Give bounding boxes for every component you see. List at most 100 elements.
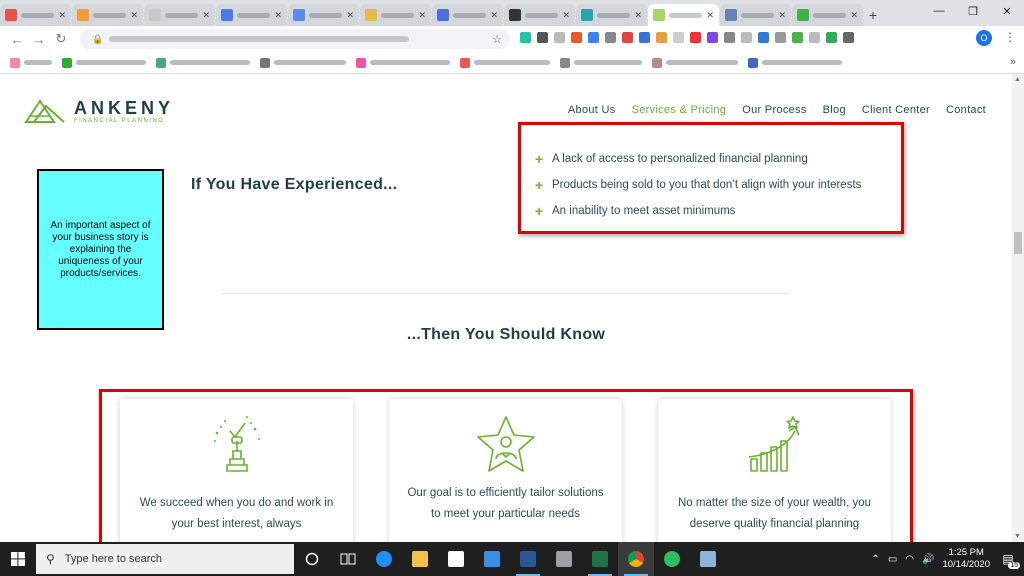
extension-icon[interactable] [724,32,735,43]
extension-icon[interactable] [554,32,565,43]
browser-tab[interactable]: ✕ [720,4,791,26]
browser-tab[interactable]: ✕ [504,4,575,26]
extension-icon[interactable] [571,32,582,43]
back-icon[interactable]: ← [6,28,28,50]
bookmark-item[interactable] [260,57,346,68]
mail-icon[interactable] [474,542,510,576]
browser-tab[interactable]: ✕ [216,4,287,26]
scroll-up-icon[interactable]: ▲ [1014,76,1021,83]
word-icon[interactable] [510,542,546,576]
close-tab-icon[interactable]: ✕ [346,10,354,21]
extension-icon[interactable] [673,32,684,43]
close-tab-icon[interactable]: ✕ [58,10,66,21]
browser-tab[interactable]: ✕ [72,4,143,26]
extension-icon[interactable] [707,32,718,43]
nav-services-pricing[interactable]: Services & Pricing [632,104,727,116]
new-tab-icon[interactable]: + [864,4,882,26]
task-view-icon[interactable] [330,542,366,576]
close-tab-icon[interactable]: ✕ [202,10,210,21]
extension-icon[interactable] [605,32,616,43]
maximize-icon[interactable]: ❐ [956,0,990,22]
browser-tab-active[interactable]: ✕ [648,4,719,26]
windows-start-icon[interactable] [0,542,36,576]
close-tab-icon[interactable]: ✕ [850,10,858,21]
bookmark-item[interactable] [10,57,52,68]
close-tab-icon[interactable]: ✕ [418,10,426,21]
volume-icon[interactable]: 🔊 [922,554,934,565]
close-tab-icon[interactable]: ✕ [634,10,642,21]
scroll-down-icon[interactable]: ▼ [1014,533,1021,540]
wifi-icon[interactable]: ◠ [905,554,914,565]
close-tab-icon[interactable]: ✕ [274,10,282,21]
nav-about-us[interactable]: About Us [568,104,616,116]
notifications-icon[interactable]: ▤ 15 [998,549,1020,569]
more-bookmarks-icon[interactable]: » [1010,56,1016,68]
browser-tab[interactable]: ✕ [432,4,503,26]
tab-favicon [5,9,17,21]
cortana-icon[interactable] [294,542,330,576]
extension-icon[interactable] [588,32,599,43]
trophy-icon [213,416,260,472]
minimize-icon[interactable]: — [922,0,956,22]
clock[interactable]: 1:25 PM 10/14/2020 [942,547,990,571]
extension-icon[interactable] [741,32,752,43]
scrollbar-thumb[interactable] [1014,232,1022,254]
browser-tab[interactable]: ✕ [360,4,431,26]
extension-icon[interactable] [537,32,548,43]
battery-icon[interactable]: ▭ [888,554,897,565]
bookmark-item[interactable] [652,57,738,68]
show-hidden-icons-icon[interactable]: ⌃ [871,554,879,565]
nav-contact[interactable]: Contact [946,104,986,116]
calculator-icon[interactable] [546,542,582,576]
nav-client-center[interactable]: Client Center [862,104,930,116]
excel-icon[interactable] [582,542,618,576]
bookmark-item[interactable] [156,57,250,68]
bookmark-item[interactable] [460,57,550,68]
bookmark-item[interactable] [560,57,642,68]
bookmark-star-icon[interactable]: ☆ [492,33,502,46]
close-window-icon[interactable]: ✕ [990,0,1024,22]
address-bar[interactable]: 🔒 ☆ [80,29,510,49]
bookmark-item[interactable] [356,57,450,68]
edge-icon[interactable] [366,542,402,576]
bookmark-item[interactable] [748,57,842,68]
extension-icon[interactable] [792,32,803,43]
evernote-icon[interactable] [654,542,690,576]
close-tab-icon[interactable]: ✕ [130,10,138,21]
file-explorer-icon[interactable] [402,542,438,576]
reload-icon[interactable]: ↻ [50,28,72,50]
notes-app-icon[interactable] [690,542,726,576]
browser-tab[interactable]: ✕ [0,4,71,26]
forward-icon[interactable]: → [28,28,50,50]
list-item: + A lack of access to personalized financ… [535,151,808,167]
extension-icon[interactable] [809,32,820,43]
profile-avatar[interactable]: O [976,30,992,46]
extension-icon[interactable] [826,32,837,43]
close-tab-icon[interactable]: ✕ [778,10,786,21]
close-tab-icon[interactable]: ✕ [706,10,714,21]
extension-icon[interactable] [656,32,667,43]
extension-icon[interactable] [639,32,650,43]
browser-tab[interactable]: ✕ [144,4,215,26]
browser-tab[interactable]: ✕ [576,4,647,26]
extension-icon[interactable] [622,32,633,43]
extension-icon[interactable] [520,32,531,43]
logo-mark-icon [24,99,65,123]
chrome-icon[interactable] [618,542,654,576]
nav-blog[interactable]: Blog [823,104,846,116]
extension-icon[interactable] [690,32,701,43]
extension-icon[interactable] [843,32,854,43]
browser-tab[interactable]: ✕ [288,4,359,26]
nav-our-process[interactable]: Our Process [742,104,806,116]
taskbar-search-input[interactable]: ⚲ Type here to search [36,544,294,574]
browser-tab[interactable]: ✕ [792,4,863,26]
bookmark-item[interactable] [62,57,146,68]
site-logo[interactable]: ANKENY FINANCIAL PLANNING [24,98,174,124]
browser-menu-icon[interactable]: ⋮ [1004,30,1016,44]
store-icon[interactable] [438,542,474,576]
page-scrollbar[interactable]: ▲ ▼ [1012,74,1024,542]
close-tab-icon[interactable]: ✕ [490,10,498,21]
extension-icon[interactable] [758,32,769,43]
extension-icon[interactable] [775,32,786,43]
close-tab-icon[interactable]: ✕ [562,10,570,21]
